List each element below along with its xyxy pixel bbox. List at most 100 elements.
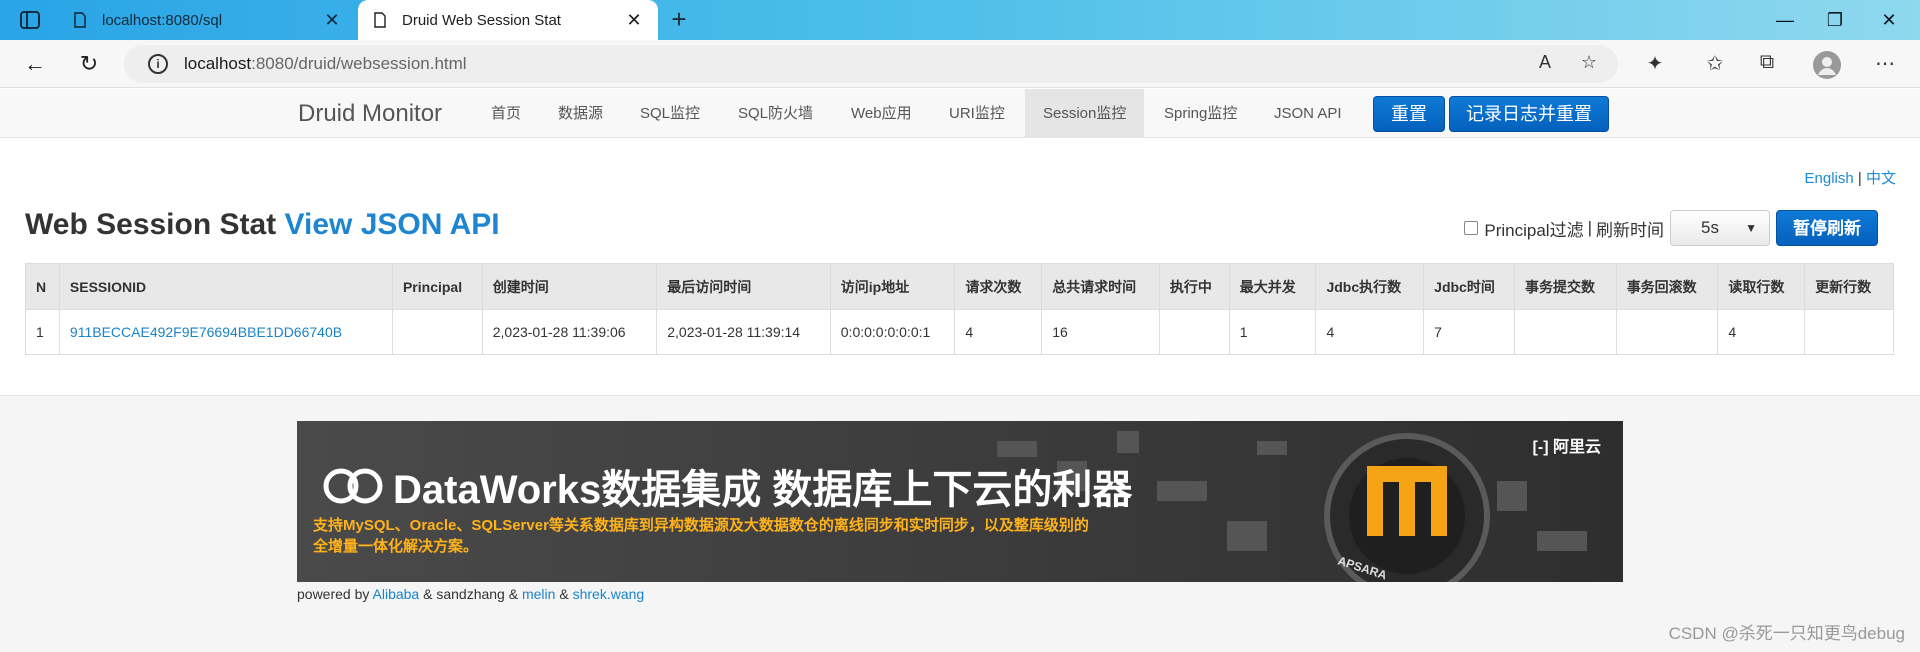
url-host: localhost — [184, 54, 252, 73]
cell-tx-commit — [1513, 309, 1617, 355]
nav-item-datasource[interactable]: 数据源 — [540, 89, 621, 138]
druid-navbar: Druid Monitor 首页 数据源 SQL监控 SQL防火墙 Web应用 … — [0, 89, 1920, 138]
nav-item-uri[interactable]: URI监控 — [931, 89, 1023, 138]
table-header-row: N SESSIONID Principal 创建时间 最后访问时间 访问ip地址… — [25, 263, 1894, 310]
refresh-controls: Principal过滤 | 刷新时间 5s ▼ 暂停刷新 — [1464, 210, 1878, 246]
col-header[interactable]: 请求次数 — [954, 263, 1043, 310]
col-header[interactable]: 事务提交数 — [1513, 263, 1617, 310]
banner-title: DataWorks数据集成 数据库上下云的利器 — [321, 457, 1132, 515]
url-path: :8080/druid/websession.html — [251, 54, 467, 73]
profile-avatar[interactable] — [1812, 51, 1842, 85]
lang-separator: | — [1857, 170, 1862, 187]
banner-subtitle: 支持MySQL、Oracle、SQLServer等关系数据库到异构数据源及大数据… — [313, 517, 1089, 555]
shrek-link[interactable]: shrek.wang — [573, 586, 645, 602]
page-icon — [374, 12, 386, 28]
lang-english-link[interactable]: English — [1805, 170, 1854, 187]
col-header[interactable]: Jdbc时间 — [1423, 263, 1515, 310]
page-title-text: Web Session Stat — [25, 208, 277, 241]
col-header[interactable]: 事务回滚数 — [1615, 263, 1719, 310]
cell-jdbc-time: 7 — [1423, 309, 1515, 355]
cell-request-count: 4 — [954, 309, 1043, 355]
minimize-icon[interactable]: — — [1762, 0, 1808, 40]
col-header[interactable]: 总共请求时间 — [1041, 263, 1160, 310]
cell-n: 1 — [25, 309, 60, 355]
nav-item-spring[interactable]: Spring监控 — [1146, 89, 1255, 138]
col-header[interactable]: Principal — [391, 263, 483, 310]
banner-title-text: DataWorks数据集成 数据库上下云的利器 — [393, 468, 1133, 512]
dataworks-banner[interactable]: DataWorks数据集成 数据库上下云的利器 支持MySQL、Oracle、S… — [297, 421, 1623, 582]
tab-title: localhost:8080/sql — [102, 11, 223, 29]
col-header[interactable]: N — [25, 263, 60, 310]
col-header[interactable]: 执行中 — [1158, 263, 1230, 310]
controls-separator: | — [1587, 218, 1592, 237]
nav-item-json-api[interactable]: JSON API — [1256, 89, 1360, 138]
tab-druid-web-session-stat[interactable]: Druid Web Session Stat ✕ — [358, 0, 658, 40]
aliyun-bracket-icon: [-] — [1532, 439, 1549, 456]
brand[interactable]: Druid Monitor — [298, 100, 442, 128]
pause-refresh-button[interactable]: 暂停刷新 — [1776, 210, 1878, 246]
cell-running — [1158, 309, 1230, 355]
col-header[interactable]: 最后访问时间 — [656, 263, 831, 310]
browser-tab-bar: localhost:8080/sql ✕ Druid Web Session S… — [0, 0, 1920, 40]
collections-icon[interactable]: ⧉ — [1752, 51, 1782, 74]
footer: DataWorks数据集成 数据库上下云的利器 支持MySQL、Oracle、S… — [0, 395, 1920, 652]
aliyun-text: 阿里云 — [1552, 439, 1601, 456]
powered-by: powered by Alibaba & sandzhang & melin &… — [297, 586, 644, 602]
info-icon[interactable]: i — [148, 54, 168, 74]
nav-item-home[interactable]: 首页 — [473, 89, 539, 138]
col-header[interactable]: 更新行数 — [1804, 263, 1894, 310]
url-field[interactable]: i localhost:8080/druid/websession.html — [124, 45, 1618, 83]
refresh-time-label: 刷新时间 — [1596, 220, 1664, 240]
refresh-interval-select[interactable]: 5s ▼ — [1670, 210, 1770, 246]
cell-max-concurrent: 1 — [1228, 309, 1317, 355]
cell-last-access: 2,023-01-28 11:39:14 — [656, 309, 831, 355]
cell-tx-rollback — [1615, 309, 1719, 355]
cell-ip: 0:0:0:0:0:0:0:1 — [829, 309, 956, 355]
col-header[interactable]: 创建时间 — [481, 263, 658, 310]
session-table: N SESSIONID Principal 创建时间 最后访问时间 访问ip地址… — [25, 263, 1894, 355]
read-aloud-icon[interactable]: A — [1532, 52, 1558, 73]
back-icon[interactable]: ← — [20, 50, 50, 78]
close-icon[interactable]: ✕ — [322, 10, 342, 31]
refresh-icon[interactable]: ↻ — [74, 50, 104, 78]
principal-filter-checkbox[interactable] — [1464, 221, 1479, 235]
col-header[interactable]: 读取行数 — [1717, 263, 1806, 310]
more-icon[interactable]: ⋯ — [1870, 51, 1900, 76]
nav-item-sql[interactable]: SQL监控 — [622, 89, 718, 138]
col-header[interactable]: Jdbc执行数 — [1315, 263, 1425, 310]
window-close-icon[interactable]: ✕ — [1866, 0, 1912, 40]
amp: & — [423, 586, 433, 602]
extensions-icon[interactable]: ✦ — [1640, 51, 1670, 76]
melin-link[interactable]: melin — [522, 586, 555, 602]
col-header[interactable]: 最大并发 — [1228, 263, 1317, 310]
lang-chinese-link[interactable]: 中文 — [1866, 170, 1896, 187]
address-bar-row: ← ↻ i localhost:8080/druid/websession.ht… — [0, 40, 1920, 88]
powered-by-label: powered by — [297, 586, 370, 602]
add-favorite-icon[interactable]: ☆ — [1576, 52, 1602, 73]
dataworks-logo-icon — [323, 468, 383, 504]
close-icon[interactable]: ✕ — [624, 10, 644, 31]
alibaba-link[interactable]: Alibaba — [373, 586, 420, 602]
favorites-icon[interactable]: ✩ — [1700, 51, 1730, 76]
principal-filter-label: Principal过滤 — [1484, 220, 1584, 240]
log-and-reset-button[interactable]: 记录日志并重置 — [1449, 96, 1609, 132]
view-json-api-link[interactable]: View JSON API — [285, 208, 500, 241]
nav-item-web-app[interactable]: Web应用 — [833, 89, 930, 138]
tab-localhost-sql[interactable]: localhost:8080/sql ✕ — [58, 0, 356, 40]
page-title: Web Session Stat View JSON API — [25, 208, 500, 242]
cell-jdbc-exec: 4 — [1315, 309, 1425, 355]
reset-button[interactable]: 重置 — [1373, 96, 1445, 132]
restore-icon[interactable]: ❐ — [1812, 0, 1858, 40]
col-header[interactable]: SESSIONID — [58, 263, 393, 310]
amp: & — [508, 586, 519, 602]
col-header[interactable]: 访问ip地址 — [829, 263, 956, 310]
cell-created: 2,023-01-28 11:39:06 — [481, 309, 658, 355]
amp: & — [559, 586, 569, 602]
page-icon — [74, 12, 86, 28]
sandzhang-text: sandzhang — [436, 586, 505, 602]
nav-item-sql-firewall[interactable]: SQL防火墙 — [720, 89, 831, 138]
new-tab-icon[interactable]: + — [665, 6, 693, 32]
tab-actions-icon[interactable] — [12, 8, 48, 32]
session-id-link[interactable]: 911BECCAE492F9E76694BBE1DD66740B — [70, 324, 342, 340]
nav-item-session[interactable]: Session监控 — [1025, 89, 1145, 138]
